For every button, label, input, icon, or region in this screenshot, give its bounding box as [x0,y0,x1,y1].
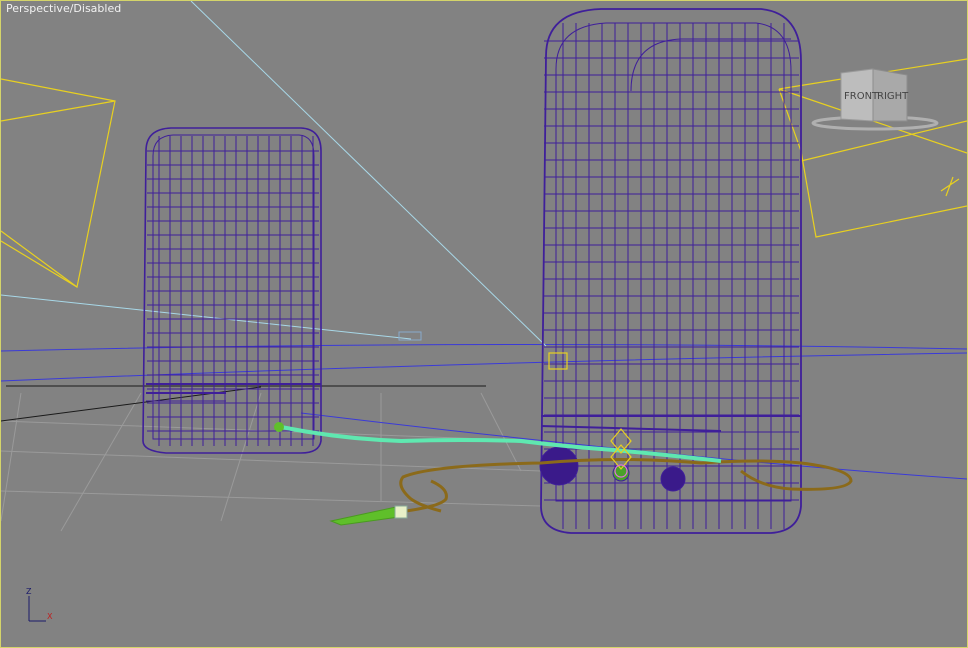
left-speaker-wireframe[interactable] [142,127,322,454]
horizon-lines [1,343,967,480]
axis-tripod: Z X [26,587,53,622]
camera-frustum-left[interactable] [1,78,116,288]
axis-z-label: Z [26,587,32,596]
view-cube-front-label[interactable]: FRONT [844,91,879,102]
view-cube[interactable]: FRONT RIGHT [811,68,939,131]
perspective-viewport[interactable]: Perspective/Disabled FRONT RIGHT Z X [0,0,968,648]
view-cube-right-label[interactable]: RIGHT [877,91,909,102]
camera-target-line [1,1,547,347]
axis-x-label: X [47,612,53,621]
ground-grid [1,392,542,532]
scene-canvas[interactable]: FRONT RIGHT Z X [1,1,967,647]
